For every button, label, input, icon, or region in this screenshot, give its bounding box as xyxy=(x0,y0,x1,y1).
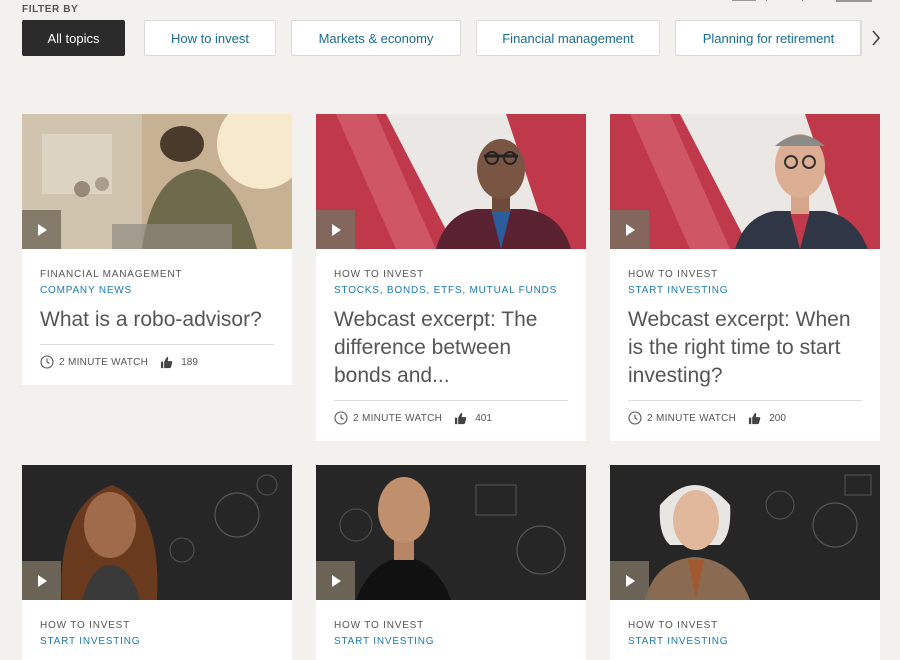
video-thumbnail[interactable] xyxy=(610,465,880,600)
video-thumbnail[interactable] xyxy=(316,114,586,249)
play-button[interactable] xyxy=(22,210,61,249)
watch-duration: 2 MINUTE WATCH xyxy=(353,412,443,424)
play-button[interactable] xyxy=(610,561,649,600)
card-subcategory-link[interactable]: START INVESTING xyxy=(628,285,862,296)
filter-label: FILTER BY xyxy=(22,4,79,15)
scroll-right-button[interactable] xyxy=(860,20,890,56)
play-icon xyxy=(331,574,341,587)
thumbs-up-icon[interactable] xyxy=(454,412,467,425)
chip-planning-retirement[interactable]: Planning for retirement xyxy=(675,20,862,56)
clock-icon xyxy=(334,411,348,425)
chip-all-topics[interactable]: All topics xyxy=(22,20,125,56)
speaker-portrait-image xyxy=(610,114,880,249)
video-card[interactable]: HOW TO INVEST START INVESTING xyxy=(22,465,292,660)
like-count: 189 xyxy=(181,356,198,368)
chip-financial-management[interactable]: Financial management xyxy=(476,20,660,56)
card-meta: 2 MINUTE WATCH 189 xyxy=(40,344,274,369)
card-meta: 2 MINUTE WATCH 401 xyxy=(334,400,568,425)
card-title[interactable]: Webcast excerpt: When is the right time … xyxy=(628,306,862,390)
play-icon xyxy=(37,574,47,587)
play-button[interactable] xyxy=(316,561,355,600)
video-thumbnail[interactable] xyxy=(610,114,880,249)
office-scene-image xyxy=(22,114,292,249)
card-subcategory-link[interactable]: START INVESTING xyxy=(628,636,862,647)
video-card[interactable]: HOW TO INVEST START INVESTING Webcast ex… xyxy=(610,114,880,441)
video-thumbnail[interactable] xyxy=(22,114,292,249)
video-thumbnail[interactable] xyxy=(22,465,292,600)
thumbs-up-icon[interactable] xyxy=(160,356,173,369)
video-card[interactable]: HOW TO INVEST STOCKS, BONDS, ETFS, MUTUA… xyxy=(316,114,586,441)
video-card[interactable]: HOW TO INVEST START INVESTING xyxy=(316,465,586,660)
chip-markets-economy[interactable]: Markets & economy xyxy=(291,20,461,56)
card-category: HOW TO INVEST xyxy=(334,620,425,631)
card-category: HOW TO INVEST xyxy=(628,269,719,280)
play-icon xyxy=(625,574,635,587)
card-subcategory-link[interactable]: START INVESTING xyxy=(40,636,274,647)
card-title[interactable]: Webcast excerpt: The difference between … xyxy=(334,306,568,390)
card-subcategory-link[interactable]: STOCKS, BONDS, ETFS, MUTUAL FUNDS xyxy=(334,285,568,296)
smiling-woman-image xyxy=(22,465,292,600)
play-button[interactable] xyxy=(610,210,649,249)
watch-duration: 2 MINUTE WATCH xyxy=(59,356,149,368)
smiling-senior-woman-image xyxy=(610,465,880,600)
card-subcategory-link[interactable]: START INVESTING xyxy=(334,636,568,647)
chip-how-to-invest[interactable]: How to invest xyxy=(144,20,276,56)
like-count: 401 xyxy=(475,412,492,424)
play-button[interactable] xyxy=(22,561,61,600)
play-icon xyxy=(625,223,635,236)
card-subcategory-link[interactable]: COMPANY NEWS xyxy=(40,285,274,296)
clock-icon xyxy=(628,411,642,425)
like-count: 200 xyxy=(769,412,786,424)
chevron-right-icon xyxy=(871,30,880,46)
card-title[interactable]: What is a robo-advisor? xyxy=(40,306,274,334)
card-category: FINANCIAL MANAGEMENT xyxy=(40,269,183,280)
play-icon xyxy=(331,223,341,236)
card-meta: 2 MINUTE WATCH 200 xyxy=(628,400,862,425)
clock-icon xyxy=(40,355,54,369)
card-category: HOW TO INVEST xyxy=(628,620,719,631)
thumbs-up-icon[interactable] xyxy=(748,412,761,425)
video-card[interactable]: HOW TO INVEST START INVESTING xyxy=(610,465,880,660)
play-icon xyxy=(37,223,47,236)
speaker-portrait-image xyxy=(316,114,586,249)
card-category: HOW TO INVEST xyxy=(40,620,131,631)
video-card[interactable]: FINANCIAL MANAGEMENT COMPANY NEWS What i… xyxy=(22,114,292,385)
card-category: HOW TO INVEST xyxy=(334,269,425,280)
watch-duration: 2 MINUTE WATCH xyxy=(647,412,737,424)
play-button[interactable] xyxy=(316,210,355,249)
video-thumbnail[interactable] xyxy=(316,465,586,600)
top-nav-underline xyxy=(732,0,872,2)
smiling-man-image xyxy=(316,465,586,600)
